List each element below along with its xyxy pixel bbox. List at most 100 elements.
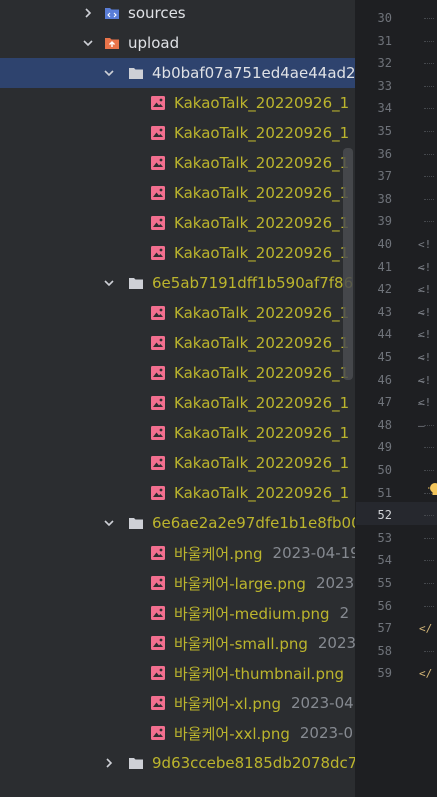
line-number: 56 [377,598,392,613]
image-file-icon [150,305,166,321]
indent-guide [424,605,434,607]
code-line: <!— [418,283,432,320]
tree-item-label: KakaoTalk_20220926_1 [174,184,350,202]
lightbulb-icon[interactable] [428,482,437,498]
tree-file-item[interactable]: 바울케어-thumbnail.png [0,658,355,688]
folder-icon [128,65,144,81]
chevron-down-icon[interactable] [103,517,115,529]
tree-file-item[interactable]: KakaoTalk_20220926_1 [0,358,355,388]
tree-item-label: 4b0baf07a751ed4ae44ad2 [152,64,355,82]
tree-file-item[interactable]: 바울케어.png 2023-04-19 [0,538,355,568]
tree-file-item[interactable]: KakaoTalk_20220926_1 [0,328,355,358]
indent-guide [424,131,434,132]
line-number: 55 [377,576,392,590]
tree-item-label: upload [128,34,180,52]
tree-item-label: KakaoTalk_20220926_1 [174,304,350,322]
tree-item-label: KakaoTalk_20220926_1 [174,334,350,352]
line-number: 51 [377,485,392,500]
folder-icon [128,515,144,531]
line-number: 48 [377,417,392,432]
image-file-icon [150,665,166,681]
indent-guide [424,470,434,471]
file-modified-date: 2023-04-19 [272,544,355,562]
image-file-icon [150,545,166,561]
line-number: 49 [377,440,392,455]
tree-folder-item[interactable]: 4b0baf07a751ed4ae44ad2 [0,58,355,88]
tree-item-label: 바울케어.png [174,544,263,563]
tree-file-item[interactable]: KakaoTalk_20220926_1 [0,388,355,418]
line-number: 40 [377,237,392,251]
line-number: 43 [377,304,392,319]
image-file-icon [150,725,166,741]
tree-file-item[interactable]: KakaoTalk_20220926_1 [0,208,355,238]
indent-guide [424,85,434,87]
tree-folder-item[interactable]: 6e5ab7191dff1b590af7f86 [0,268,355,298]
tree-item-label: sources [128,4,186,22]
line-number: 36 [377,146,392,161]
line-number: 32 [377,56,392,71]
tree-item-label: 바울케어-xxl.png [174,724,290,743]
line-number: 50 [377,463,392,477]
tree-file-item[interactable]: KakaoTalk_20220926_1 [0,448,355,478]
line-number: 41 [377,259,392,274]
indent-guide [424,560,434,562]
folder-icon [128,755,144,771]
indent-guide [424,176,434,178]
tree-folder-item[interactable]: 6e6ae2a2e97dfe1b1e8fb00 [0,508,355,538]
tree-file-item[interactable]: KakaoTalk_20220926_1 [0,148,355,178]
image-file-icon [150,125,166,141]
image-file-icon [150,605,166,621]
line-number: 46 [377,372,392,387]
tree-file-item[interactable]: KakaoTalk_20220926_1 [0,178,355,208]
image-file-icon [150,95,166,111]
tree-item-label: KakaoTalk_20220926_1 [174,484,350,502]
chevron-down-icon[interactable] [103,67,115,79]
line-number: 47 [377,395,392,410]
folder-icon [128,275,144,291]
tree-file-item[interactable]: 바울케어-xl.png 2023-04 [0,688,355,718]
image-file-icon [150,425,166,441]
tree-file-item[interactable]: 바울케어-medium.png 2 [0,598,355,628]
chevron-right-icon[interactable] [82,7,94,19]
tree-file-item[interactable]: 바울케어-small.png 2023 [0,628,355,658]
project-tree: sources upload 4b0baf07a751ed4ae44ad2 Kakao… [0,0,355,797]
code-line: <!— [418,238,432,274]
tree-item-label: KakaoTalk_20220926_1 [174,214,350,232]
tree-folder-item[interactable]: upload [0,28,355,58]
tree-file-item[interactable]: KakaoTalk_20220926_1 [0,238,355,268]
image-file-icon [150,365,166,381]
tree-folder-item[interactable]: 9d63ccebe8185db2078dc7 [0,748,355,778]
indent-guide [424,583,434,584]
tree-file-item[interactable]: KakaoTalk_20220926_1 [0,478,355,508]
code-line: <!— [418,305,432,342]
tree-file-item[interactable]: KakaoTalk_20220926_1 [0,118,355,148]
image-file-icon [150,575,166,591]
indent-guide [424,198,434,200]
project-tree-scrollbar[interactable] [343,148,353,380]
line-number: 59 [377,666,392,681]
tree-file-item[interactable]: KakaoTalk_20220926_1 [0,418,355,448]
tree-folder-item[interactable]: sources [0,0,355,28]
line-number: 31 [377,33,392,48]
tree-file-item[interactable]: KakaoTalk_20220926_1 [0,298,355,328]
image-file-icon [150,155,166,171]
tree-item-label: 바울케어-xl.png [174,694,281,713]
indent-guide [424,650,434,652]
chevron-down-icon[interactable] [103,277,115,289]
tree-item-label: 6e6ae2a2e97dfe1b1e8fb00 [152,514,355,532]
indent-guide [424,18,434,19]
line-number: 42 [377,282,392,297]
chevron-down-icon[interactable] [82,37,94,49]
indent-guide [424,447,434,449]
tree-file-item[interactable]: 바울케어-large.png 2023 [0,568,355,598]
indent-guide [424,515,434,517]
line-number: 35 [377,124,392,138]
image-file-icon [150,395,166,411]
tree-file-item[interactable]: 바울케어-xxl.png 2023-0 [0,718,355,748]
chevron-right-icon[interactable] [103,757,115,769]
tree-item-label: 바울케어-thumbnail.png [174,664,344,683]
tree-file-item[interactable]: KakaoTalk_20220926_1 [0,88,355,118]
upload-folder-icon [104,35,120,51]
code-line: </ [419,667,433,681]
line-number: 44 [377,327,392,342]
